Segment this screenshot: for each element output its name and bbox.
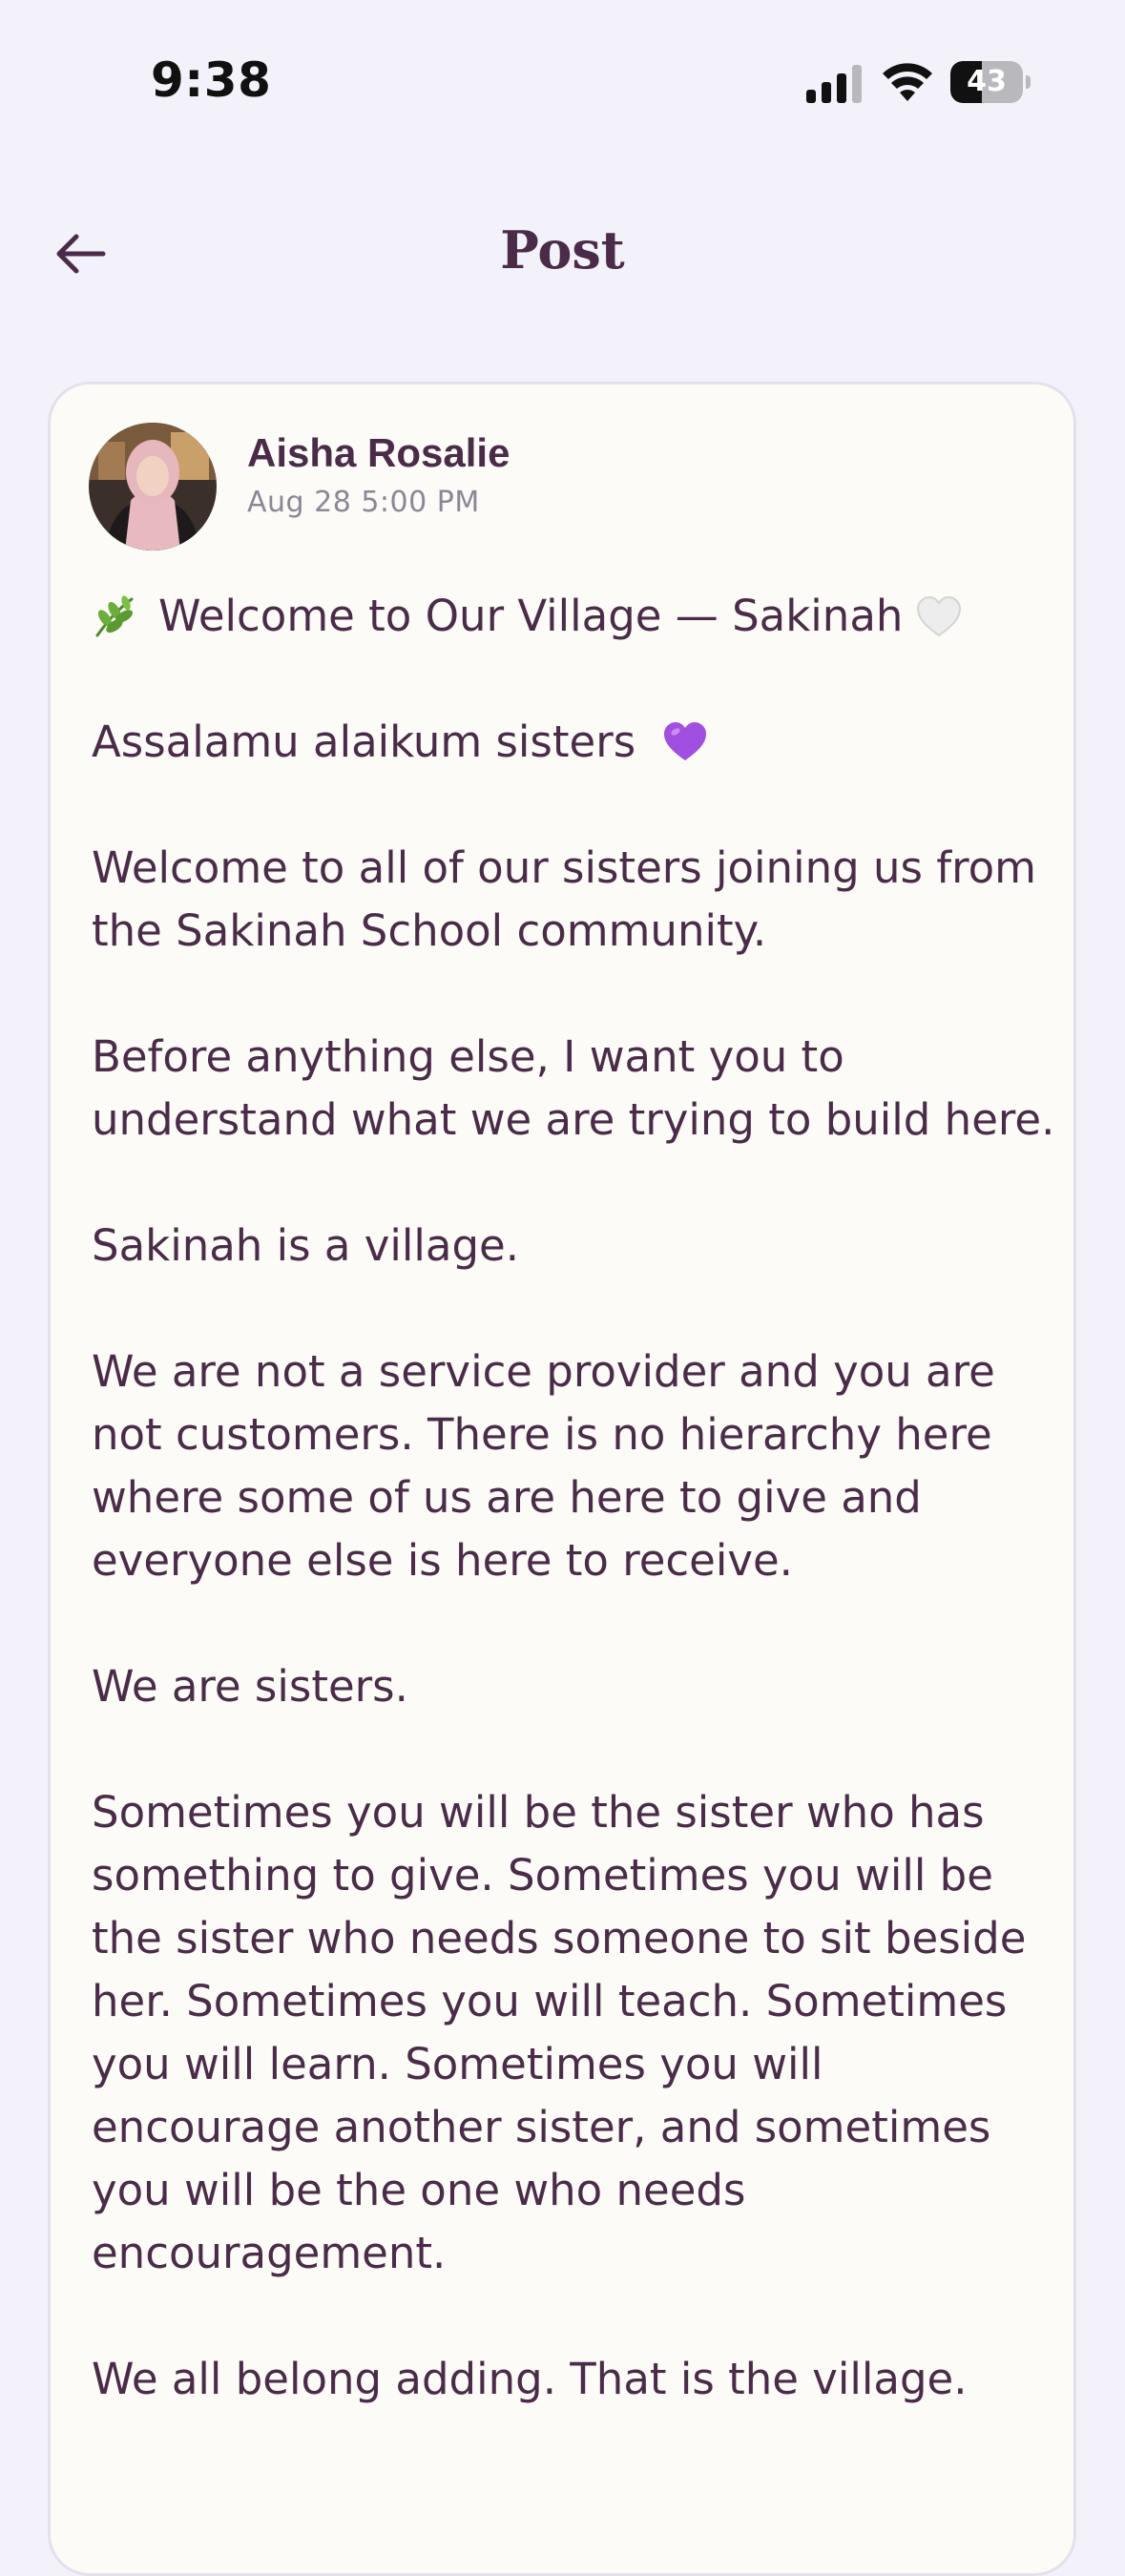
post-paragraph: Sakinah is a village. (92, 1220, 520, 1271)
greeting-text: Assalamu alaikum sisters (92, 717, 636, 767)
post-paragraph: Before anything else, I want you to unde… (92, 1031, 1055, 1145)
page-title: Post (500, 219, 625, 280)
post-paragraph: Welcome to all of our sisters joining us… (92, 842, 1036, 956)
post-header: Aisha Rosalie Aug 28 5:00 PM (89, 423, 1024, 552)
nav-header: Post (0, 191, 1125, 324)
battery-icon: 43 (950, 61, 1031, 103)
cellular-signal-icon (806, 65, 862, 103)
white-heart-icon (917, 595, 962, 637)
battery-level: 43 (967, 65, 1007, 98)
post-card: Aisha Rosalie Aug 28 5:00 PM Welcome to … (48, 382, 1076, 2576)
wifi-icon (883, 63, 932, 101)
post-title-line: Welcome to Our Village — Sakinah (92, 585, 1055, 648)
post-paragraph: We all belong adding. That is the villag… (92, 2354, 968, 2404)
author-name[interactable]: Aisha Rosalie (247, 430, 510, 476)
herb-leaf-icon (95, 595, 134, 637)
post-timestamp: Aug 28 5:00 PM (247, 486, 480, 519)
purple-heart-icon (664, 722, 707, 760)
status-bar: 9:38 43 (0, 0, 1125, 162)
status-time: 9:38 (151, 52, 272, 108)
author-avatar[interactable] (89, 423, 217, 551)
post-title: Welcome to Our Village — Sakinah (158, 591, 904, 641)
post-greeting: Assalamu alaikum sisters (92, 711, 1055, 774)
post-paragraph: Sometimes you will be the sister who has… (92, 1787, 1027, 2278)
post-paragraph: We are sisters. (92, 1661, 408, 1712)
post-paragraph: We are not a service provider and you ar… (92, 1346, 995, 1586)
post-body: Welcome to Our Village — Sakinah Assalam… (92, 585, 1055, 2474)
